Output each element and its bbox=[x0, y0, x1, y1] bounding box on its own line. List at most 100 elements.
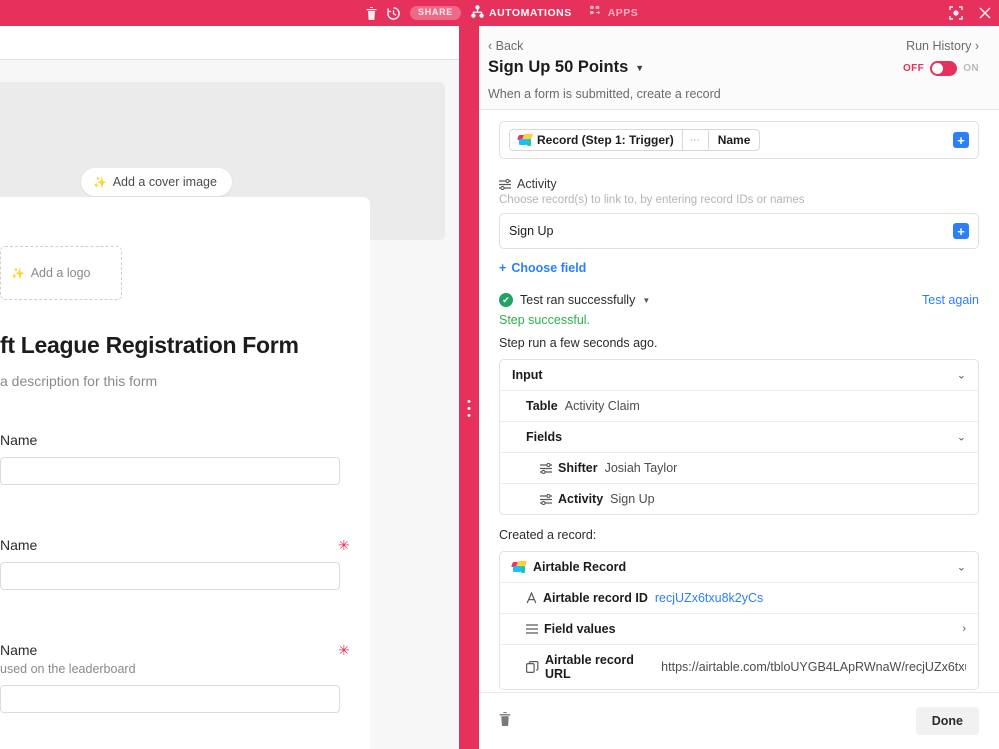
form-card: ✨ Add a logo ft League Registration Form… bbox=[0, 197, 370, 749]
panel-resize-divider[interactable] bbox=[459, 26, 479, 749]
record-url-key: Airtable record URL bbox=[545, 653, 634, 681]
sparkle-icon: ✨ bbox=[11, 267, 25, 280]
linked-field-icon bbox=[540, 462, 552, 474]
add-logo-button[interactable]: ✨ Add a logo bbox=[0, 246, 122, 300]
step-result-text: Step successful. bbox=[499, 313, 591, 327]
field-values-key: Field values bbox=[544, 622, 616, 636]
activity-label-group: Activity bbox=[499, 177, 979, 191]
close-icon[interactable] bbox=[979, 7, 991, 19]
form-field-3-help: used on the leaderboard bbox=[0, 662, 136, 676]
toggle-knob bbox=[932, 63, 944, 74]
chevron-right-icon[interactable]: › bbox=[962, 623, 966, 635]
automation-enable-toggle[interactable]: OFF ON bbox=[903, 61, 979, 76]
sparkle-icon: ✨ bbox=[93, 176, 107, 189]
output-panel-header[interactable]: Airtable Record ⌄ bbox=[500, 552, 978, 583]
created-record-label: Created a record: bbox=[499, 528, 597, 542]
tab-apps[interactable]: APPS bbox=[589, 5, 639, 21]
form-field-2-required-marker: ✳ bbox=[338, 537, 350, 553]
expand-icon[interactable] bbox=[949, 6, 963, 20]
input-panel-header[interactable]: Input ⌄ bbox=[500, 360, 978, 391]
record-token-label: Record (Step 1: Trigger) bbox=[537, 133, 674, 147]
form-description[interactable]: a description for this form bbox=[0, 373, 157, 389]
input-field-key: Activity bbox=[558, 492, 604, 506]
chevron-down-icon[interactable]: ▼ bbox=[635, 63, 644, 73]
automations-icon bbox=[471, 5, 484, 21]
history-icon[interactable] bbox=[387, 6, 400, 20]
record-id-value[interactable]: recjUZx6txu8k2yCs bbox=[655, 591, 763, 605]
toggle-on-label: ON bbox=[963, 63, 979, 74]
toggle-switch[interactable] bbox=[930, 61, 958, 76]
input-panel-header-label: Input bbox=[512, 368, 543, 382]
form-preview-scroll[interactable]: ✨ Add a cover image ✨ Add a logo ft Leag… bbox=[0, 60, 459, 749]
automation-footer: Done bbox=[479, 692, 999, 749]
record-id-key: Airtable record ID bbox=[543, 591, 648, 605]
automation-header: ‹ Back Run History › Sign Up 50 Points ▼… bbox=[479, 26, 999, 110]
activity-value-row[interactable]: Sign Up + bbox=[499, 213, 979, 249]
input-fields-key: Fields bbox=[526, 430, 563, 444]
linked-field-icon bbox=[540, 493, 552, 505]
record-url-value[interactable]: https://airtable.com/tbloUYGB4LApRWnaW/r… bbox=[661, 660, 966, 674]
list-icon bbox=[526, 624, 538, 634]
share-button[interactable]: SHARE bbox=[410, 6, 462, 20]
chevron-down-icon[interactable]: ⌄ bbox=[957, 561, 966, 574]
form-field-2-label: Name bbox=[0, 537, 38, 553]
record-field-row[interactable]: Record (Step 1: Trigger) ⋯ Name + bbox=[499, 121, 979, 159]
activity-label: Activity bbox=[517, 177, 557, 191]
add-cover-image-button[interactable]: ✨ Add a cover image bbox=[81, 168, 232, 196]
field-values-row[interactable]: Field values › bbox=[500, 614, 978, 645]
input-field-row-shifter: Shifter Josiah Taylor bbox=[500, 453, 978, 484]
form-title[interactable]: ft League Registration Form bbox=[0, 332, 299, 359]
trash-icon[interactable] bbox=[366, 6, 377, 20]
record-token[interactable]: Record (Step 1: Trigger) ⋯ Name bbox=[509, 129, 761, 151]
chevron-down-icon[interactable]: ⌄ bbox=[957, 369, 966, 382]
input-field-key: Shifter bbox=[558, 461, 598, 475]
drag-handle-dot bbox=[467, 400, 471, 403]
input-field-value: Sign Up bbox=[610, 492, 655, 506]
test-status-group[interactable]: ✔ Test ran successfully ▼ bbox=[499, 293, 650, 307]
form-field-1-input[interactable] bbox=[0, 457, 340, 485]
delete-step-button[interactable] bbox=[499, 711, 511, 731]
app-top-bar: SHARE AUTOMATIONS APPS bbox=[0, 0, 999, 26]
input-fields-row[interactable]: Fields ⌄ bbox=[500, 422, 978, 453]
add-activity-value-button[interactable]: + bbox=[953, 223, 969, 239]
form-field-3-input[interactable] bbox=[0, 685, 340, 713]
form-builder-toolbar[interactable] bbox=[0, 26, 459, 60]
record-token-field[interactable]: Name bbox=[707, 130, 760, 150]
record-token-main[interactable]: Record (Step 1: Trigger) bbox=[510, 130, 682, 150]
add-record-field-button[interactable]: + bbox=[953, 132, 969, 148]
run-history-link[interactable]: Run History › bbox=[906, 39, 979, 53]
tab-automations-label: AUTOMATIONS bbox=[489, 7, 572, 19]
form-builder-panel: ✨ Add a cover image ✨ Add a logo ft Leag… bbox=[0, 26, 459, 749]
test-status-label: Test ran successfully bbox=[520, 293, 636, 307]
tab-automations[interactable]: AUTOMATIONS bbox=[471, 5, 572, 21]
automation-title-group[interactable]: Sign Up 50 Points ▼ bbox=[488, 58, 644, 77]
chevron-down-icon[interactable]: ⌄ bbox=[957, 431, 966, 444]
drag-handle-dot bbox=[467, 407, 471, 410]
form-field-3-required-marker: ✳ bbox=[338, 642, 350, 658]
chevron-down-icon[interactable]: ▼ bbox=[642, 296, 650, 305]
record-token-more-icon[interactable]: ⋯ bbox=[681, 130, 708, 150]
top-bar-center-group: SHARE AUTOMATIONS APPS bbox=[366, 0, 638, 26]
done-button[interactable]: Done bbox=[915, 707, 979, 735]
test-status-row: ✔ Test ran successfully ▼ Test again bbox=[499, 293, 979, 307]
test-again-button[interactable]: Test again bbox=[922, 293, 979, 307]
form-field-1-label: Name bbox=[0, 432, 38, 448]
top-bar-window-controls bbox=[949, 0, 991, 26]
page-title: Sign Up 50 Points bbox=[488, 58, 629, 76]
automation-subtitle: When a form is submitted, create a recor… bbox=[488, 87, 721, 101]
choose-field-button[interactable]: + Choose field bbox=[499, 261, 979, 275]
copy-icon bbox=[526, 661, 539, 673]
text-field-icon bbox=[526, 592, 537, 604]
toggle-off-label: OFF bbox=[902, 63, 925, 74]
automation-body[interactable]: Record (Step 1: Trigger) ⋯ Name + Activi… bbox=[479, 110, 999, 718]
record-id-row: Airtable record ID recjUZx6txu8k2yCs bbox=[500, 583, 978, 614]
plus-icon: + bbox=[499, 261, 507, 275]
drag-handle[interactable] bbox=[467, 400, 471, 417]
input-field-row-activity: Activity Sign Up bbox=[500, 484, 978, 514]
form-field-1: Name bbox=[0, 432, 340, 485]
form-field-3-label: Name bbox=[0, 642, 38, 658]
form-field-2-input[interactable] bbox=[0, 562, 340, 590]
back-button[interactable]: ‹ Back bbox=[488, 39, 523, 53]
airtable-logo-icon bbox=[511, 561, 528, 573]
output-panel-header-label: Airtable Record bbox=[533, 560, 627, 574]
